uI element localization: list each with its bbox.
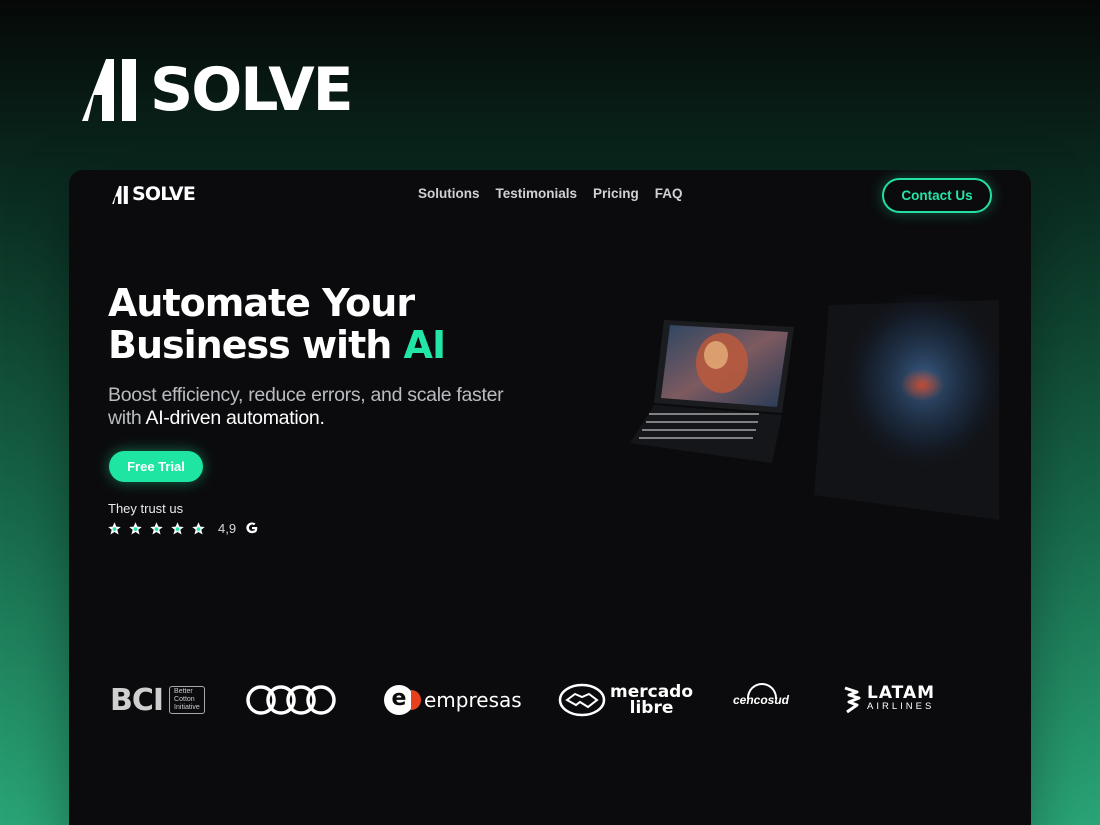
entel-text: empresas: [424, 688, 522, 712]
latam-line2: AIRLINES: [867, 701, 935, 712]
hero-title-line1: Automate Your: [108, 281, 415, 325]
ai-logo-mark-icon: [112, 185, 128, 204]
star-icon: [150, 521, 163, 534]
bci-mark: BCI: [110, 682, 164, 718]
nav-link-pricing[interactable]: Pricing: [593, 186, 639, 201]
star-icon: [171, 521, 184, 534]
free-trial-button[interactable]: Free Trial: [109, 451, 203, 482]
brand-logo-large: SOLVE: [80, 55, 354, 125]
logo-bci: BCI Better Cotton Initiative: [110, 675, 205, 725]
star-icon: [108, 521, 121, 534]
rating-row: 4,9: [107, 519, 259, 537]
entel-mark-icon: e: [384, 685, 421, 715]
latam-text: LATAM AIRLINES: [867, 683, 936, 714]
star-icon: [129, 521, 142, 534]
handshake-icon: [558, 683, 606, 717]
nav-link-solutions[interactable]: Solutions: [418, 186, 480, 201]
latam-mark-icon: [844, 686, 861, 714]
entel-red-arc: [411, 690, 421, 710]
brand-wordmark: SOLVE: [150, 55, 354, 125]
logo-latam-airlines: LATAM AIRLINES: [843, 675, 935, 725]
cencosud-arc: [747, 683, 777, 699]
navbar-brand-logo[interactable]: SOLVE: [111, 183, 196, 205]
bci-caption-line: Initiative: [174, 704, 200, 711]
audi-rings-icon: [246, 685, 336, 715]
hero-title: Automate Your Business with AI: [108, 282, 588, 366]
hero-subtitle: Boost efficiency, reduce errors, and sca…: [108, 384, 538, 430]
logo-entel-empresas: e empresas: [384, 675, 522, 725]
bci-caption-line: Better: [174, 688, 193, 695]
hero-title-accent: AI: [403, 323, 447, 367]
latam-line1: LATAM: [867, 683, 936, 703]
rating-value: 4,9: [218, 520, 237, 536]
trust-label: They trust us: [108, 501, 184, 516]
nav-link-testimonials[interactable]: Testimonials: [496, 186, 578, 201]
meli-text: mercado libre: [610, 684, 693, 718]
entel-mark-letter: e: [391, 685, 407, 711]
nav-links: Solutions Testimonials Pricing FAQ: [418, 186, 683, 201]
hero-title-line2: Business with: [108, 323, 404, 367]
bci-caption: Better Cotton Initiative: [169, 686, 205, 714]
hero-subtitle-strong: AI-driven automation.: [145, 407, 325, 429]
google-icon: [246, 522, 258, 534]
hero-ai-laptop-image: [630, 295, 999, 520]
client-logos: BCI Better Cotton Initiative e empresas …: [69, 675, 1031, 725]
nav-link-faq[interactable]: FAQ: [655, 186, 683, 201]
meli-line2: libre: [629, 698, 674, 718]
bci-caption-line: Cotton: [174, 696, 195, 703]
navbar: SOLVE Solutions Testimonials Pricing FAQ…: [69, 170, 1031, 220]
logo-mercado-libre: mercado libre: [558, 675, 693, 725]
logo-audi: [245, 675, 337, 725]
logo-cencosud: cencosud: [733, 675, 789, 725]
contact-us-button[interactable]: Contact Us: [882, 178, 992, 213]
website-preview-card: SOLVE Solutions Testimonials Pricing FAQ…: [69, 170, 1031, 825]
ai-logo-mark-icon: [82, 59, 136, 121]
navbar-brand-wordmark: SOLVE: [132, 183, 196, 205]
star-icon: [192, 521, 205, 534]
